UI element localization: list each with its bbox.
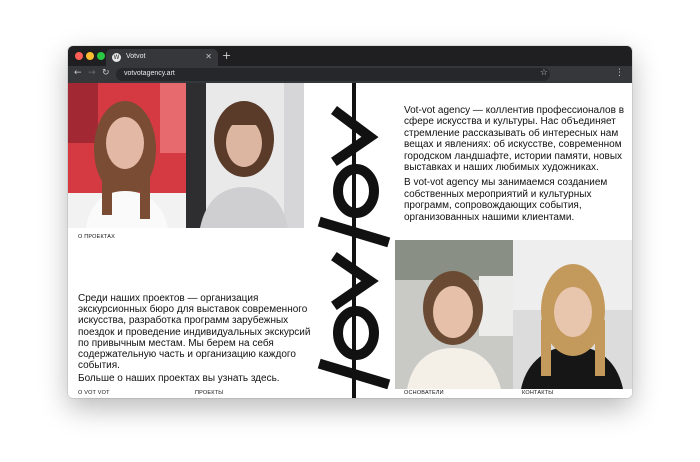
browser-toolbar: ← → ↻ votvotagency.art ☆ ⋮ — [68, 66, 632, 83]
projects-paragraph: Среди наших проектов — организация экску… — [78, 293, 311, 372]
intro-text: Vot-vot agency — коллентив профессионало… — [404, 105, 626, 227]
intro-paragraph-2: В vot-vot agency мы занимаемся созданием… — [404, 177, 608, 223]
browser-tab[interactable]: W Votvot ✕ — [106, 49, 218, 66]
menu-kebab-icon[interactable]: ⋮ — [615, 68, 624, 78]
caption-about-projects[interactable]: О ПРОЕКТАХ — [78, 234, 115, 240]
founder-photo-1 — [395, 240, 513, 389]
team-photo-1 — [68, 83, 186, 228]
team-photo-2 — [186, 83, 304, 228]
url-text: votvotagency.art — [124, 70, 175, 77]
back-arrow-icon[interactable]: ← — [74, 68, 82, 78]
forward-arrow-icon[interactable]: → — [88, 68, 96, 78]
reload-icon[interactable]: ↻ — [102, 68, 110, 78]
address-bar[interactable]: votvotagency.art — [116, 68, 550, 81]
projects-more-link[interactable]: Больше о наших проектах вы узнать здесь. — [78, 373, 313, 384]
new-tab-icon[interactable]: + — [222, 49, 231, 62]
wordpress-icon: W — [112, 53, 121, 62]
maximize-window-button[interactable] — [97, 52, 105, 60]
bookmark-star-icon[interactable]: ☆ — [540, 68, 548, 78]
minimize-window-button[interactable] — [86, 52, 94, 60]
web-page: Vot-vot agency — коллентив профессионало… — [68, 83, 632, 398]
founder-photo-2 — [513, 240, 632, 389]
votvot-logo — [317, 83, 391, 398]
intro-paragraph-1: Vot-vot agency — коллентив профессионало… — [404, 105, 625, 174]
caption-projects[interactable]: ПРОЕКТЫ — [195, 390, 223, 396]
tab-title: Votvot — [126, 53, 146, 60]
close-window-button[interactable] — [75, 52, 83, 60]
tab-close-icon[interactable]: ✕ — [205, 52, 212, 61]
caption-contacts[interactable]: КОНТАКТЫ — [522, 390, 553, 396]
caption-founders[interactable]: ОСНОВАТЕЛИ — [404, 390, 444, 396]
tab-bar: W Votvot ✕ + — [68, 46, 632, 66]
browser-window: W Votvot ✕ + ← → ↻ votvotagency.art ☆ ⋮ — [68, 46, 632, 398]
caption-about-votvot[interactable]: О VOT VOT — [78, 390, 110, 396]
projects-text: Среди наших проектов — организация экску… — [78, 293, 313, 387]
